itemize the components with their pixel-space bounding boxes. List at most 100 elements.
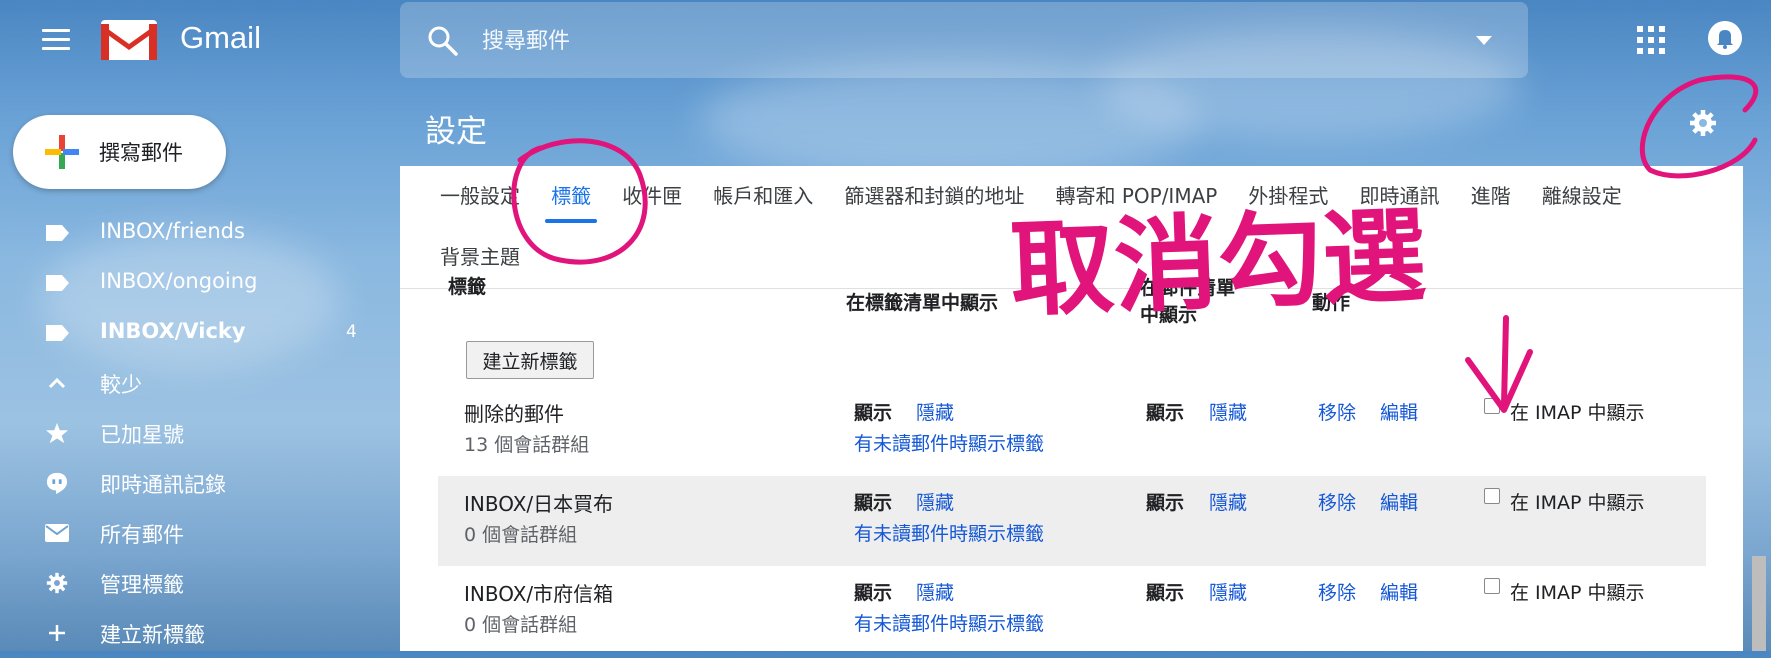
top-bar: Gmail [0,0,1771,80]
column-header-show-in-label-list: 在標籤清單中顯示 [846,292,999,314]
label-row: INBOX/日本買布 0 個會話群組 顯示 隱藏 有未讀郵件時顯示標籤 顯示 隱… [438,476,1706,566]
sidebar-item-inbox-friends[interactable]: INBOX/friends [0,208,390,258]
show-in-imap-checkbox[interactable] [1484,578,1500,594]
search-options-dropdown-icon[interactable] [1476,36,1492,45]
tab-advanced[interactable]: 進階 [1469,180,1513,209]
sidebar-item-all-mail[interactable]: 所有郵件 [0,508,390,558]
label-row: 刪除的郵件 13 個會話群組 顯示 隱藏 有未讀郵件時顯示標籤 顯示 隱藏 移除… [438,386,1706,476]
tab-filters-blocked[interactable]: 篩選器和封鎖的地址 [842,180,1026,209]
column-header-show-in-message-list: 在郵件清單 中顯示 [1140,275,1235,329]
label-icon [46,225,69,241]
sidebar-item-label: 建立新標籤 [100,623,205,647]
gear-icon [46,572,68,594]
sidebar-item-label: 管理標籤 [100,573,184,597]
tab-offline[interactable]: 離線設定 [1540,180,1624,209]
label-icon [46,325,69,341]
chevron-up-icon [48,377,66,389]
label-name: INBOX/日本買布 [464,492,614,516]
tab-general[interactable]: 一般設定 [438,180,522,209]
compose-button[interactable]: 撰寫郵件 [13,115,226,189]
column-header-actions: 動作 [1312,292,1351,314]
label-row: INBOX/市府信箱 0 個會話群組 顯示 隱藏 有未讀郵件時顯示標籤 顯示 隱… [438,566,1706,656]
show-in-imap-checkbox[interactable] [1484,398,1500,414]
settings-gear-icon[interactable] [1688,108,1718,138]
tab-themes[interactable]: 背景主題 [438,241,522,270]
sidebar-item-less[interactable]: 較少 [0,358,390,408]
show-in-label-list-selected: 顯示 [854,402,893,424]
hide-in-label-list-link[interactable]: 隱藏 [916,488,954,515]
settings-tabs: 一般設定 標籤 收件匣 帳戶和匯入 篩選器和封鎖的地址 轉寄和 POP/IMAP… [438,180,1646,232]
remove-label-link[interactable]: 移除 [1318,488,1356,515]
sidebar-item-manage-labels[interactable]: 管理標籤 [0,558,390,608]
conversation-count: 0 個會話群組 [464,524,578,546]
remove-label-link[interactable]: 移除 [1318,578,1356,605]
chat-icon [46,472,68,494]
column-header-label: 標籤 [448,276,487,298]
sidebar-item-label: INBOX/ongoing [100,269,258,293]
sidebar-item-starred[interactable]: 已加星號 [0,408,390,458]
gmail-wordmark: Gmail [180,20,261,55]
google-apps-icon[interactable] [1637,26,1665,54]
column-header-line: 在郵件清單 [1140,277,1236,299]
remove-label-link[interactable]: 移除 [1318,398,1356,425]
notifications-bell-icon[interactable] [1708,21,1742,55]
main-menu-icon[interactable] [42,29,70,51]
show-in-label-list-selected: 顯示 [854,492,893,514]
show-in-imap-label: 在 IMAP 中顯示 [1510,492,1645,514]
show-in-imap-label: 在 IMAP 中顯示 [1510,402,1645,424]
show-in-label-list-selected: 顯示 [854,582,893,604]
settings-panel: 一般設定 標籤 收件匣 帳戶和匯入 篩選器和封鎖的地址 轉寄和 POP/IMAP… [400,166,1743,651]
edit-label-link[interactable]: 編輯 [1380,488,1418,515]
tab-forwarding-pop-imap[interactable]: 轉寄和 POP/IMAP [1053,180,1219,209]
compose-label: 撰寫郵件 [99,141,183,165]
hide-in-label-list-link[interactable]: 隱藏 [916,578,954,605]
label-icon [46,275,69,291]
hide-in-message-list-link[interactable]: 隱藏 [1209,398,1247,425]
show-in-imap-checkbox[interactable] [1484,488,1500,504]
page-title: 設定 [425,114,487,150]
show-in-message-list-selected: 顯示 [1146,402,1185,424]
hide-in-message-list-link[interactable]: 隱藏 [1209,488,1247,515]
tab-divider [400,288,1743,289]
show-in-imap-label: 在 IMAP 中顯示 [1510,582,1645,604]
sidebar-item-label: 已加星號 [100,423,184,447]
sidebar-item-inbox-ongoing[interactable]: INBOX/ongoing [0,258,390,308]
show-if-unread-link[interactable]: 有未讀郵件時顯示標籤 [854,609,1044,636]
show-in-message-list-selected: 顯示 [1146,492,1185,514]
hide-in-label-list-link[interactable]: 隱藏 [916,398,954,425]
conversation-count: 0 個會話群組 [464,614,578,636]
column-header-line: 中顯示 [1140,304,1198,326]
unread-count: 4 [346,322,357,342]
sidebar-item-chats[interactable]: 即時通訊記錄 [0,458,390,508]
hide-in-message-list-link[interactable]: 隱藏 [1209,578,1247,605]
tab-addons[interactable]: 外掛程式 [1246,180,1330,209]
search-icon[interactable] [426,24,460,58]
star-icon [46,422,68,444]
sidebar-nav: INBOX/friends INBOX/ongoing INBOX/Vicky … [0,208,390,658]
mail-icon [45,524,69,542]
search-bar[interactable] [400,2,1528,78]
label-name: 刪除的郵件 [464,402,564,426]
show-if-unread-link[interactable]: 有未讀郵件時顯示標籤 [854,519,1044,546]
plus-icon [49,625,65,641]
conversation-count: 13 個會話群組 [464,434,590,456]
sidebar-item-label: 所有郵件 [100,523,184,547]
tab-inbox[interactable]: 收件匣 [620,180,684,209]
scrollbar-thumb[interactable] [1752,556,1766,651]
tab-accounts-import[interactable]: 帳戶和匯入 [711,180,815,209]
sidebar-item-label: INBOX/Vicky [100,319,246,343]
compose-plus-icon [45,135,79,169]
edit-label-link[interactable]: 編輯 [1380,578,1418,605]
show-if-unread-link[interactable]: 有未讀郵件時顯示標籤 [854,429,1044,456]
tab-chat[interactable]: 即時通訊 [1358,180,1442,209]
create-label-button[interactable]: 建立新標籤 [466,341,594,379]
label-name: INBOX/市府信箱 [464,582,614,606]
edit-label-link[interactable]: 編輯 [1380,398,1418,425]
sidebar-item-inbox-vicky[interactable]: INBOX/Vicky 4 [0,308,390,358]
gmail-logo-icon [101,20,157,60]
search-input[interactable] [480,20,1424,62]
tab-labels[interactable]: 標籤 [545,180,598,223]
sidebar-item-label: 即時通訊記錄 [100,473,226,497]
sidebar-item-label: INBOX/friends [100,219,245,243]
show-in-message-list-selected: 顯示 [1146,582,1185,604]
